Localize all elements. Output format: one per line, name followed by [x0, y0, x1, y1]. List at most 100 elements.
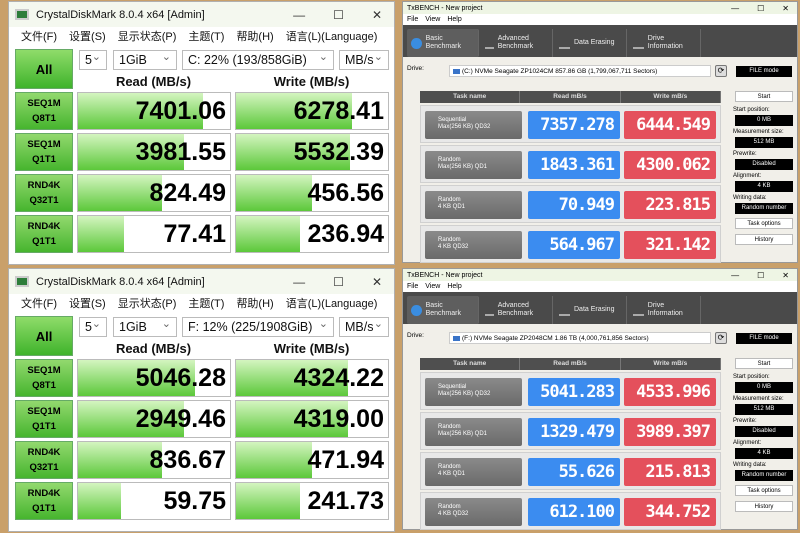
drive-select[interactable]: C: 22% (193/858GiB) — [182, 50, 334, 70]
tab-drive-information[interactable]: Drive Information — [629, 29, 701, 57]
task-button[interactable]: Random 4 KB QD1 — [425, 191, 522, 219]
menu-item[interactable]: 设置(S) — [69, 28, 106, 44]
task-options-button[interactable]: Task options — [735, 218, 793, 229]
menu-item[interactable]: 语言(L)(Language) — [286, 295, 378, 311]
close-button[interactable]: ✕ — [782, 271, 789, 280]
close-button[interactable]: ✕ — [782, 4, 789, 13]
file-mode-button[interactable]: FILE mode — [736, 333, 792, 344]
test-button[interactable]: RND4K Q1T1 — [15, 482, 73, 520]
drive-select[interactable]: F: 12% (225/1908GiB) — [182, 317, 334, 337]
task-button[interactable]: Random Max(256 KB) QD1 — [425, 151, 522, 179]
prewrite-value[interactable]: Disabled — [735, 159, 793, 170]
measurement-size-label: Measurement size: — [733, 129, 784, 135]
refresh-button[interactable]: ⟳ — [715, 65, 727, 77]
menu-item[interactable]: 文件(F) — [21, 28, 57, 44]
txbench-window: TxBENCH - New project — ☐ ✕ File View Help Basi… — [402, 1, 798, 263]
menu-item[interactable]: View — [425, 16, 440, 23]
menu-item[interactable]: 语言(L)(Language) — [286, 28, 378, 44]
menu-item[interactable]: File — [407, 16, 418, 23]
maximize-button[interactable]: ☐ — [757, 4, 764, 13]
menu-item[interactable]: 显示状态(P) — [118, 28, 177, 44]
file-mode-button[interactable]: FILE mode — [736, 66, 792, 77]
task-button[interactable]: Random 4 KB QD32 — [425, 498, 522, 526]
tab-basic-benchmark[interactable]: Basic Benchmark — [407, 296, 479, 324]
start-position-value[interactable]: 0 MB — [735, 382, 793, 393]
tab-advanced-benchmark[interactable]: Advanced Benchmark — [481, 296, 553, 324]
menu-item[interactable]: Help — [447, 16, 461, 23]
alignment-value[interactable]: 4 KB — [735, 181, 793, 192]
task-button[interactable]: Sequential Max(256 KB) QD32 — [425, 111, 522, 139]
task-type: Random — [438, 424, 461, 430]
minimize-button[interactable]: — — [731, 271, 739, 280]
test-button[interactable]: SEQ1M Q1T1 — [15, 133, 73, 171]
test-button[interactable]: RND4K Q32T1 — [15, 441, 73, 479]
measurement-size-value[interactable]: 512 MB — [735, 404, 793, 415]
menu-item[interactable]: 显示状态(P) — [118, 295, 177, 311]
unit-select[interactable]: MB/s — [339, 50, 389, 70]
menu-item[interactable]: Help — [447, 283, 461, 290]
count-select[interactable]: 5 — [79, 50, 107, 70]
tab-label: Drive Information — [647, 35, 683, 50]
measurement-size-value[interactable]: 512 MB — [735, 137, 793, 148]
task-button[interactable]: Random Max(256 KB) QD1 — [425, 418, 522, 446]
menu-item[interactable]: 主题(T) — [188, 295, 224, 311]
read-result: 77.41 — [77, 215, 231, 253]
column-header: Read mB/s — [520, 91, 621, 103]
test-button[interactable]: RND4K Q1T1 — [15, 215, 73, 253]
menu-item[interactable]: 帮助(H) — [236, 295, 273, 311]
tab-advanced-benchmark[interactable]: Advanced Benchmark — [481, 29, 553, 57]
test-params: Q1T1 — [32, 154, 56, 165]
tab-basic-benchmark[interactable]: Basic Benchmark — [407, 29, 479, 57]
start-button[interactable]: Start — [735, 91, 793, 102]
menu-bar: 文件(F) 设置(S) 显示状态(P) 主题(T) 帮助(H) 语言(L)(Languag… — [9, 27, 394, 45]
close-button[interactable]: ✕ — [372, 8, 382, 22]
test-button[interactable]: SEQ1M Q8T1 — [15, 359, 73, 397]
test-button[interactable]: RND4K Q32T1 — [15, 174, 73, 212]
refresh-button[interactable]: ⟳ — [715, 332, 727, 344]
test-button[interactable]: SEQ1M Q1T1 — [15, 400, 73, 438]
tab-data-erasing[interactable]: Data Erasing — [555, 296, 627, 324]
read-bar — [78, 483, 121, 519]
start-position-value[interactable]: 0 MB — [735, 115, 793, 126]
tab-data-erasing[interactable]: Data Erasing — [555, 29, 627, 57]
test-button[interactable]: SEQ1M Q8T1 — [15, 92, 73, 130]
menu-item[interactable]: 帮助(H) — [236, 28, 273, 44]
minimize-button[interactable]: — — [293, 8, 305, 22]
menu-item[interactable]: 设置(S) — [69, 295, 106, 311]
alignment-label: Alignment: — [733, 173, 762, 179]
close-button[interactable]: ✕ — [372, 275, 382, 289]
task-button[interactable]: Random 4 KB QD1 — [425, 458, 522, 486]
maximize-button[interactable]: ☐ — [333, 275, 344, 289]
minimize-button[interactable]: — — [293, 275, 305, 289]
all-button[interactable]: All — [15, 49, 73, 89]
menu-item[interactable]: File — [407, 283, 418, 290]
task-options-button[interactable]: Task options — [735, 485, 793, 496]
history-button[interactable]: History — [735, 501, 793, 512]
writing-data-value[interactable]: Random number — [735, 470, 793, 481]
menu-item[interactable]: View — [425, 283, 440, 290]
size-select[interactable]: 1GiB — [113, 317, 177, 337]
tab-label: Basic Benchmark — [425, 35, 461, 50]
start-button[interactable]: Start — [735, 358, 793, 369]
unit-select[interactable]: MB/s — [339, 317, 389, 337]
drive-select[interactable]: (F:) NVMe Seagate ZP2048CM 1.86 TB (4,00… — [449, 332, 711, 344]
task-button[interactable]: Random 4 KB QD32 — [425, 231, 522, 259]
write-result: 456.56 — [235, 174, 389, 212]
history-button[interactable]: History — [735, 234, 793, 245]
menu-item[interactable]: 主题(T) — [188, 28, 224, 44]
read-result: 2949.46 — [77, 400, 231, 438]
task-button[interactable]: Sequential Max(256 KB) QD32 — [425, 378, 522, 406]
drive-select[interactable]: (C:) NVMe Seagate ZP1024CM 857.86 GB (1,… — [449, 65, 711, 77]
maximize-button[interactable]: ☐ — [333, 8, 344, 22]
alignment-value[interactable]: 4 KB — [735, 448, 793, 459]
maximize-button[interactable]: ☐ — [757, 271, 764, 280]
task-type: Random — [438, 464, 461, 470]
tab-drive-information[interactable]: Drive Information — [629, 296, 701, 324]
menu-item[interactable]: 文件(F) — [21, 295, 57, 311]
prewrite-value[interactable]: Disabled — [735, 426, 793, 437]
writing-data-value[interactable]: Random number — [735, 203, 793, 214]
count-select[interactable]: 5 — [79, 317, 107, 337]
all-button[interactable]: All — [15, 316, 73, 356]
minimize-button[interactable]: — — [731, 4, 739, 13]
size-select[interactable]: 1GiB — [113, 50, 177, 70]
